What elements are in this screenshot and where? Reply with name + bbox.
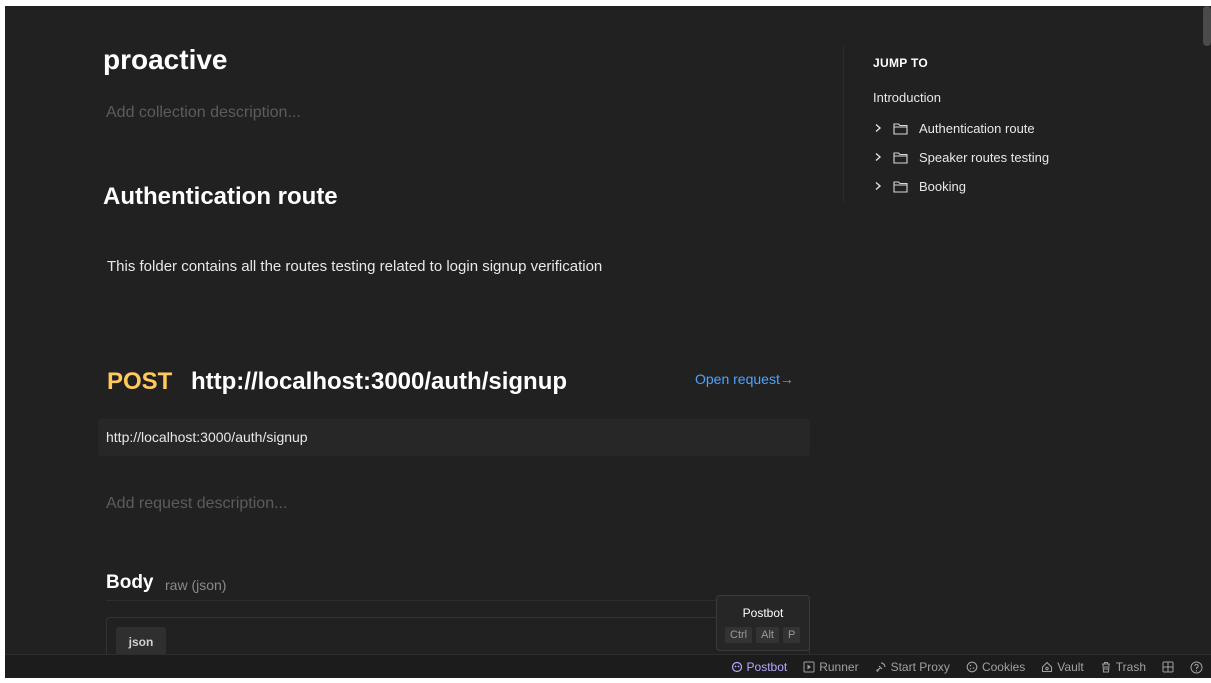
runner-label: Runner [819,660,859,674]
jump-to-introduction[interactable]: Introduction [873,90,941,105]
shortcut-key: Ctrl [725,627,753,643]
folder-icon [893,122,911,135]
vault-icon [1042,661,1053,673]
jump-to-title: JUMP TO [873,56,929,70]
jump-to-item-label: Speaker routes testing [919,149,1050,165]
vault-button[interactable]: Vault [1041,660,1084,674]
collection-documentation: proactive Add collection description... … [5,6,835,657]
start-proxy-button[interactable]: Start Proxy [875,660,950,674]
trash-button[interactable]: Trash [1100,660,1146,674]
request-description-input[interactable]: Add request description... [106,495,287,513]
request-name: http://localhost:3000/auth/signup [191,368,568,395]
postbot-label: Postbot [746,660,788,674]
cookie-icon [966,661,978,673]
folder-icon [893,151,911,164]
jump-to-item-authentication-route[interactable]: Authentication route [869,118,1119,138]
jump-to-item-speaker-routes-testing[interactable]: Speaker routes testing [869,147,1119,167]
chevron-right-icon [869,123,887,133]
body-label: Body [106,572,154,593]
request-method: POST [107,368,173,395]
tooltip-title: Postbot [742,606,784,620]
collection-description-input[interactable]: Add collection description... [106,104,301,122]
json-language-tab[interactable]: json [116,627,166,655]
folder-title: Authentication route [103,183,338,210]
postbot-button[interactable]: Postbot [731,660,788,674]
shortcut-key: Alt [756,627,779,643]
body-divider [106,600,810,601]
runner-icon [803,661,815,673]
folder-description: This folder contains all the routes test… [107,258,603,275]
postbot-tooltip: Postbot Ctrl Alt P [716,595,810,651]
runner-button[interactable]: Runner [803,660,859,674]
request-url: http://localhost:3000/auth/signup [106,429,308,445]
satellite-icon [875,662,886,672]
cookies-label: Cookies [981,660,1026,674]
jump-to-item-label: Booking [919,178,966,194]
collection-title: proactive [103,44,228,75]
body-type: raw (json) [165,577,227,593]
jump-to-item-label: Authentication route [919,120,1035,136]
chevron-right-icon [869,181,887,191]
jump-to-divider [843,46,844,202]
trash-icon [1101,662,1110,673]
body-code-box: json [106,617,810,657]
open-request-link[interactable]: Open request→ [695,371,794,387]
start-proxy-label: Start Proxy [890,660,950,674]
vault-label: Vault [1057,660,1084,674]
vertical-scrollbar[interactable] [1203,6,1211,46]
cookies-button[interactable]: Cookies [966,660,1025,674]
chevron-right-icon [869,152,887,162]
trash-label: Trash [1115,660,1146,674]
request-url-box: http://localhost:3000/auth/signup [98,419,810,456]
shortcut-keys: Ctrl Alt P [725,627,801,643]
help-button[interactable] [1190,661,1203,674]
jump-to-item-booking[interactable]: Booking [869,176,1119,196]
app-window: proactive Add collection description... … [5,6,1211,678]
layout-toggle-button[interactable] [1162,661,1174,673]
help-icon [1190,661,1203,673]
shortcut-key: P [782,627,801,643]
status-bar: Postbot Runner Start Proxy Cookies Vault… [5,654,1211,678]
postbot-icon [731,661,742,673]
layout-grid-icon [1162,661,1174,673]
folder-icon [893,180,911,193]
